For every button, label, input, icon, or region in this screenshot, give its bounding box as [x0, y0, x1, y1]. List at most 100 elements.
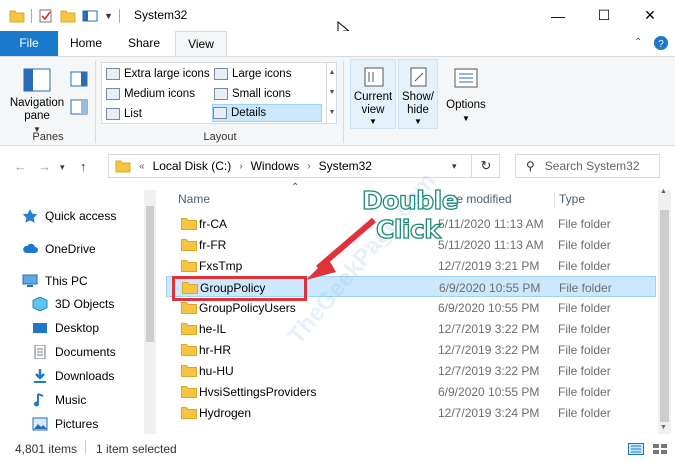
table-row[interactable]: he-IL 12/7/2019 3:22 PM File folder	[166, 318, 656, 339]
small-icons-icon	[214, 88, 228, 100]
file-date-modified: 5/11/2020 11:13 AM	[438, 238, 544, 252]
table-row[interactable]: hu-HU 12/7/2019 3:22 PM File folder	[166, 360, 656, 381]
file-date-modified: 12/7/2019 3:22 PM	[438, 343, 540, 357]
file-name: GroupPolicyUsers	[199, 301, 296, 315]
help-icon[interactable]: ?	[653, 35, 669, 51]
maximize-button[interactable]: ☐	[581, 0, 627, 31]
file-type: File folder	[558, 217, 611, 231]
chevron-down-icon: ▼	[462, 114, 470, 123]
navigation-pane: Quick access OneDrive This PC 3D Objects…	[0, 186, 160, 434]
nav-item-label: Pictures	[55, 417, 99, 431]
folder-icon	[181, 407, 197, 419]
extra-large-icons-icon	[106, 68, 120, 80]
scroll-up-icon[interactable]: ▲	[660, 188, 667, 195]
sort-indicator-icon: ⌃	[291, 182, 300, 193]
column-header-name[interactable]: Name	[178, 192, 210, 206]
breadcrumb-separator-icon[interactable]: ›	[239, 161, 242, 172]
file-name: FxsTmp	[199, 259, 243, 273]
nav-item-documents[interactable]: Documents	[32, 342, 116, 362]
layout-large-icons[interactable]: Large icons	[214, 65, 324, 83]
layout-option-label: Details	[231, 107, 267, 119]
divider	[85, 440, 86, 454]
tab-home[interactable]: Home	[62, 31, 110, 56]
nav-item-label: Quick access	[45, 209, 117, 223]
properties-icon[interactable]	[38, 9, 54, 23]
nav-item-music[interactable]: Music	[32, 390, 86, 410]
table-row[interactable]: Hydrogen 12/7/2019 3:24 PM File folder	[166, 402, 656, 423]
show-hide-label: Show/ hide	[402, 91, 434, 116]
nav-item-desktop[interactable]: Desktop	[32, 318, 99, 338]
layout-list[interactable]: List	[106, 105, 210, 123]
tab-file[interactable]: File	[0, 31, 58, 56]
nav-item-downloads[interactable]: Downloads	[32, 366, 114, 386]
preview-pane-icon[interactable]	[70, 71, 88, 87]
file-date-modified: 12/7/2019 3:22 PM	[438, 364, 540, 378]
up-arrow-icon[interactable]: ↑	[80, 159, 87, 174]
table-row[interactable]: hr-HR 12/7/2019 3:22 PM File folder	[166, 339, 656, 360]
nav-item-label: 3D Objects	[55, 297, 115, 311]
large-icons-view-icon[interactable]	[652, 443, 668, 455]
navigation-pane-button[interactable]: Navigation pane ▼	[6, 61, 68, 136]
minimize-button[interactable]: —	[535, 0, 581, 31]
file-name: HvsiSettingsProviders	[199, 385, 317, 399]
tab-view[interactable]: View	[175, 31, 227, 56]
table-row[interactable]: FxsTmp 12/7/2019 3:21 PM File folder	[166, 255, 656, 276]
back-arrow-icon[interactable]: ←	[14, 159, 27, 174]
file-name: hu-HU	[199, 364, 234, 378]
current-view-button[interactable]: Current view ▼	[350, 59, 396, 129]
navigation-pane-label: Navigation pane	[9, 97, 65, 122]
tab-share[interactable]: Share	[120, 31, 168, 56]
customize-toolbar-chevron-icon[interactable]: ▼	[104, 11, 113, 21]
file-date-modified: 12/7/2019 3:24 PM	[438, 406, 540, 420]
folder-icon	[115, 160, 131, 173]
refresh-icon[interactable]: ↻	[471, 155, 500, 177]
current-view-icon	[364, 67, 384, 87]
scroll-down-icon[interactable]: ▼	[660, 424, 667, 431]
details-view-icon[interactable]	[628, 443, 644, 455]
file-list-scroll-thumb[interactable]	[660, 210, 669, 422]
breadcrumb-system32[interactable]: System32	[319, 159, 372, 173]
divider	[554, 192, 555, 208]
cloud-icon	[23, 243, 38, 253]
show-hide-button[interactable]: Show/ hide ▼	[398, 59, 438, 129]
file-date-modified: 6/9/2020 10:55 PM	[438, 385, 540, 399]
folder-icon	[181, 218, 197, 230]
music-icon	[34, 393, 44, 407]
view-pane-icon[interactable]	[82, 9, 98, 23]
breadcrumb-overflow-icon[interactable]: «	[139, 161, 145, 172]
details-pane-icon[interactable]	[70, 99, 88, 115]
forward-arrow-icon[interactable]: →	[38, 159, 51, 174]
nav-item-onedrive[interactable]: OneDrive	[22, 239, 96, 259]
chevron-down-icon: ▼	[369, 117, 377, 126]
computer-icon	[22, 274, 38, 287]
navigation-pane-icon	[23, 68, 51, 92]
search-icon: ⚲	[526, 159, 535, 173]
breadcrumb-local-disk[interactable]: Local Disk (C:)	[153, 159, 232, 173]
file-name: he-IL	[199, 322, 227, 336]
address-bar[interactable]: « Local Disk (C:) › Windows › System32 ▾…	[108, 154, 500, 178]
nav-item-this-pc[interactable]: This PC	[22, 271, 88, 291]
cube-icon	[32, 297, 48, 311]
recent-locations-chevron-icon[interactable]: ▾	[60, 162, 65, 173]
layout-small-icons[interactable]: Small icons	[214, 85, 324, 103]
nav-item-quick-access[interactable]: Quick access	[22, 206, 116, 226]
nav-item-label: Desktop	[55, 321, 100, 335]
breadcrumb-separator-icon[interactable]: ›	[307, 161, 310, 172]
layout-details[interactable]: Details	[212, 104, 322, 122]
nav-item-pictures[interactable]: Pictures	[32, 414, 98, 434]
column-header-type[interactable]: Type	[559, 192, 585, 206]
layout-medium-icons[interactable]: Medium icons	[106, 85, 210, 103]
table-row[interactable]: HvsiSettingsProviders 6/9/2020 10:55 PM Fi…	[166, 381, 656, 402]
address-history-chevron-icon[interactable]: ▾	[452, 161, 457, 172]
nav-item-3d-objects[interactable]: 3D Objects	[32, 294, 114, 314]
collapse-ribbon-icon[interactable]: ⌃	[634, 37, 642, 48]
search-input[interactable]: ⚲ Search System32	[515, 154, 660, 178]
close-button[interactable]: ✕	[627, 0, 673, 31]
options-button[interactable]: Options ▼	[442, 61, 490, 125]
nav-pane-scroll-thumb[interactable]	[146, 206, 154, 342]
new-folder-icon[interactable]	[60, 9, 76, 23]
layout-extra-large-icons[interactable]: Extra large icons	[106, 65, 210, 83]
breadcrumb-windows[interactable]: Windows	[251, 159, 300, 173]
column-header-date-modified[interactable]: te modified	[453, 192, 512, 206]
layout-gallery-scroll[interactable]: ▲ ▼ ▼	[326, 63, 337, 123]
